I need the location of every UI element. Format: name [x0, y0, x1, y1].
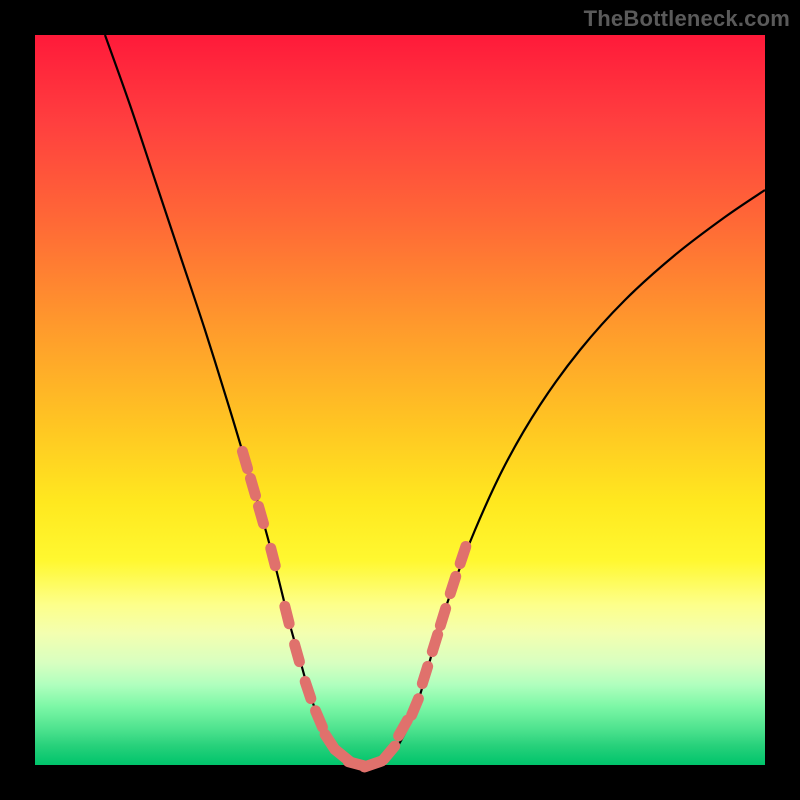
highlight-marker	[295, 644, 300, 661]
marker-group	[242, 451, 465, 767]
curve-svg	[35, 35, 765, 765]
highlight-marker	[440, 608, 445, 625]
bottleneck-curve	[105, 35, 765, 767]
highlight-marker	[271, 548, 276, 565]
highlight-marker	[242, 451, 247, 468]
highlight-marker	[259, 506, 264, 523]
chart-frame: TheBottleneck.com	[0, 0, 800, 800]
highlight-marker	[383, 746, 395, 760]
highlight-marker	[450, 576, 456, 593]
highlight-marker	[305, 681, 311, 698]
highlight-marker	[432, 634, 437, 651]
highlight-marker	[399, 720, 408, 736]
plot-area	[35, 35, 765, 765]
highlight-marker	[460, 546, 466, 563]
highlight-marker	[412, 699, 419, 716]
highlight-marker	[315, 711, 322, 728]
highlight-marker	[422, 666, 427, 683]
watermark-text: TheBottleneck.com	[584, 6, 790, 32]
highlight-marker	[285, 606, 289, 623]
highlight-marker	[250, 478, 255, 495]
